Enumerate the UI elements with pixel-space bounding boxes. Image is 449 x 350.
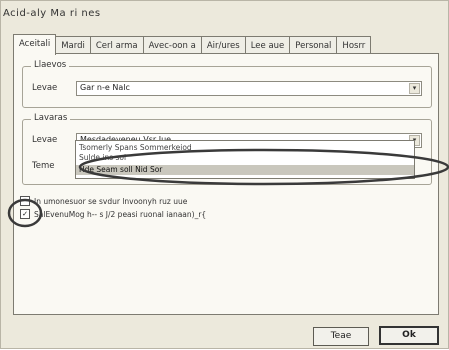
tab-panel: Llaevos Levae Gar n-e Nalc ▾ Lavaras Lev… [13,53,439,315]
tab-7[interactable]: Personal [289,36,338,54]
group-box-1: Llaevos Levae Gar n-e Nalc ▾ [22,60,432,108]
group-2-title: Lavaras [31,113,71,123]
tab-3[interactable]: Cerl arma [89,36,144,54]
checkbox-1[interactable] [20,196,30,206]
checkbox-1-label: In umonesuor se svdur lnvoonyh ruz uue [34,196,188,206]
dropdown-item-3[interactable]: Hde Seam soll Nid Sor [76,165,414,175]
group-1-select-value: Gar n-e Nalc [80,83,130,92]
dropdown-item-1[interactable]: Tsomerly Spans Sommerkeiod [76,143,414,153]
dropdown-item-2[interactable]: Sulde ins sol [76,153,414,163]
group-1-select[interactable]: Gar n-e Nalc ▾ [76,81,422,96]
cancel-button[interactable]: Teae [313,327,369,346]
tab-8[interactable]: Hosrr [336,36,372,54]
checkbox-2-label: SalEvenuMog h-- s J/2 peasi ruonal ianaa… [34,209,207,219]
checkbox-row-1[interactable]: In umonesuor se svdur lnvoonyh ruz uue [20,195,187,207]
tab-4[interactable]: Avec-oon a [142,36,202,54]
checkbox-2[interactable]: ✓ [20,209,30,219]
group-1-title: Llaevos [31,60,70,70]
window-title: Acid-aly Ma ri nes [3,8,101,19]
tab-2[interactable]: Mardi [55,36,91,54]
settings-dialog: Acid-aly Ma ri nes Aceitali Mardi Cerl a… [0,0,449,349]
tab-strip: Aceitali Mardi Cerl arma Avec-oon a Air/… [13,34,372,55]
checkbox-row-2[interactable]: ✓ SalEvenuMog h-- s J/2 peasi ruonal ian… [20,208,206,220]
ok-button[interactable]: Ok [379,326,439,345]
tab-6[interactable]: Lee aue [244,36,291,54]
group-1-field-label: Levae [32,83,58,93]
group-2-field2-label: Teme [32,161,55,171]
chevron-down-icon[interactable]: ▾ [409,83,420,94]
group-2-field-label: Levae [32,135,58,145]
tab-5[interactable]: Air/ures [200,36,246,54]
tab-1[interactable]: Aceitali [13,34,57,55]
dropdown-list[interactable]: Tsomerly Spans Sommerkeiod Sulde ins sol… [75,140,415,179]
